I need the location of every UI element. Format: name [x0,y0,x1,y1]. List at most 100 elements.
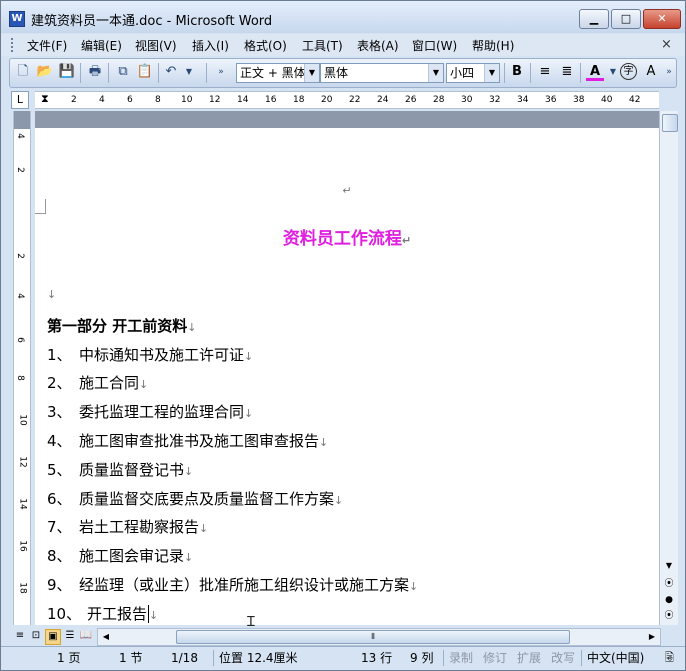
status-page-count[interactable]: 1/18 [171,650,198,666]
window-title: 建筑资料员一本通.doc - Microsoft Word [31,14,273,29]
select-browse-object-icon[interactable]: ● [661,592,677,608]
undo-dropdown-icon[interactable]: ▼ [180,63,198,81]
menu-insert[interactable]: 插入(I) [192,37,229,54]
document-page[interactable]: ↵ 资料员工作流程↵ ↓ 第一部分 开工前资料↓ 1、 中标通知书及施工许可证↓ … [35,111,659,625]
vertical-ruler[interactable]: 4 2 2 4 6 8 10 12 14 16 18 [13,111,31,625]
toolbar-separator [580,63,581,83]
print-icon[interactable]: 🖶 [86,63,104,81]
horizontal-scrollbar[interactable]: ◀ ⦀ ▶ [97,628,661,646]
menu-file[interactable]: 文件(F) [27,37,67,54]
menu-view[interactable]: 视图(V) [135,37,177,54]
chevron-down-icon[interactable]: ▼ [484,64,499,82]
scroll-right-arrow-icon[interactable]: ▶ [646,630,658,644]
list-item: 5、 质量监督登记书↓ [47,459,193,480]
style-combo[interactable]: 正文 + 黑体 ▼ [236,63,320,83]
status-rec[interactable]: 录制 [449,650,473,666]
indent-marker-icon[interactable]: ⧗ [41,92,49,106]
line-break-mark: ↓ [149,609,159,622]
status-ext[interactable]: 扩展 [517,650,541,666]
list-number: 10、 [47,605,82,623]
tab-selector[interactable]: L [11,91,29,109]
web-layout-view-icon[interactable]: ⊡ [29,629,43,643]
print-layout-view-icon[interactable]: ▣ [45,629,61,645]
ruler-tick: 2 [14,253,25,259]
outline-view-icon[interactable]: ☰ [63,629,77,643]
status-line[interactable]: 13 行 [361,650,392,666]
undo-icon[interactable]: ↶ [162,63,180,81]
menu-tools[interactable]: 工具(T) [302,37,343,54]
toolbar-separator [206,63,207,83]
status-column[interactable]: 9 列 [410,650,433,666]
font-color-button[interactable]: A [586,63,604,81]
line-break-mark: ↓ [184,465,194,478]
status-ovr[interactable]: 改写 [551,650,575,666]
menu-help[interactable]: 帮助(H) [472,37,514,54]
paste-icon[interactable]: 📋 [136,63,154,81]
status-separator [213,650,214,666]
list-text: 施工合同 [79,374,140,392]
previous-page-icon[interactable]: ⦿ [661,576,677,592]
ruler-tick: 14 [237,95,249,105]
grow-font-button[interactable]: A [642,63,660,81]
scroll-left-arrow-icon[interactable]: ◀ [100,630,112,644]
status-section[interactable]: 1 节 [119,650,142,666]
maximize-button[interactable]: □ [611,9,641,29]
new-document-icon[interactable]: 🗋 [14,63,32,81]
reading-layout-view-icon[interactable]: 📖 [79,629,93,643]
list-text: 质量监督交底要点及质量监督工作方案 [79,490,335,508]
status-language[interactable]: 中文(中国) [587,650,644,666]
list-item: 9、 经监理（或业主）批准所施工组织设计或施工方案↓ [47,574,418,595]
save-icon[interactable]: 💾 [58,63,76,81]
menu-table[interactable]: 表格(A) [357,37,399,54]
list-number: 7、 [47,518,72,536]
list-item: 6、 质量监督交底要点及质量监督工作方案↓ [47,488,343,509]
ruler-tick: 6 [127,95,133,105]
word-window: W 建筑资料员一本通.doc - Microsoft Word ▁ □ ✕ 文件… [0,0,686,671]
ruler-tick: 18 [17,582,28,594]
menu-edit[interactable]: 编辑(E) [81,37,122,54]
ruler-tick: 42 [629,95,641,105]
ruler-tick: 6 [14,337,25,343]
minimize-button[interactable]: ▁ [579,9,609,29]
status-trk[interactable]: 修订 [483,650,507,666]
vertical-ruler-margin [14,111,30,129]
ruler-tick: 36 [545,95,557,105]
ruler-tick: 14 [17,498,28,510]
close-window-button[interactable]: ✕ [643,9,681,29]
toolbar-options-icon[interactable]: » [212,63,230,81]
ruler-tick: 24 [377,95,389,105]
toolbar-options-icon[interactable]: » [660,63,678,81]
chevron-down-icon[interactable]: ▼ [428,64,443,82]
ruler-tick: 30 [461,95,473,105]
normal-view-icon[interactable]: ≡ [13,629,27,643]
ruler-tick: 20 [321,95,333,105]
status-position[interactable]: 位置 12.4厘米 [219,650,298,666]
menu-format[interactable]: 格式(O) [244,37,287,54]
line-break-mark: ↓ [409,580,419,593]
close-document-button[interactable]: × [661,37,672,52]
align-justify-icon[interactable]: ≣ [558,63,576,81]
copy-icon[interactable]: ⧉ [114,63,132,81]
menubar-grip[interactable] [11,38,16,52]
status-page[interactable]: 1 页 [57,650,80,666]
word-app-icon[interactable]: W [9,11,25,27]
next-page-icon[interactable]: ⦿ [661,608,677,624]
spelling-status-icon[interactable]: 🗟 [665,650,674,666]
font-value: 黑体 [324,66,349,80]
font-size-combo[interactable]: 小四 ▼ [446,63,500,83]
bold-button[interactable]: B [508,63,526,81]
phonetic-guide-button[interactable]: 字 [620,63,637,80]
open-folder-icon[interactable]: 📂 [36,63,54,81]
font-combo[interactable]: 黑体 ▼ [320,63,444,83]
menu-window[interactable]: 窗口(W) [412,37,457,54]
vertical-scrollbar[interactable]: ▼ ⦿ ● ⦿ [659,111,678,625]
chevron-down-icon[interactable]: ▼ [304,64,319,82]
horizontal-scroll-thumb[interactable]: ⦀ [176,630,570,644]
line-break-mark: ↓ [187,321,197,334]
vertical-scroll-thumb[interactable] [662,114,678,132]
scroll-down-arrow-icon[interactable]: ▼ [661,558,677,574]
list-item: 10、 开工报告 ↓ [47,603,158,624]
list-text: 委托监理工程的监理合同 [79,403,245,421]
horizontal-ruler[interactable]: ⧗ 2 4 6 8 10 12 14 16 18 20 22 24 26 28 … [35,91,659,109]
align-center-icon[interactable]: ≡ [536,63,554,81]
